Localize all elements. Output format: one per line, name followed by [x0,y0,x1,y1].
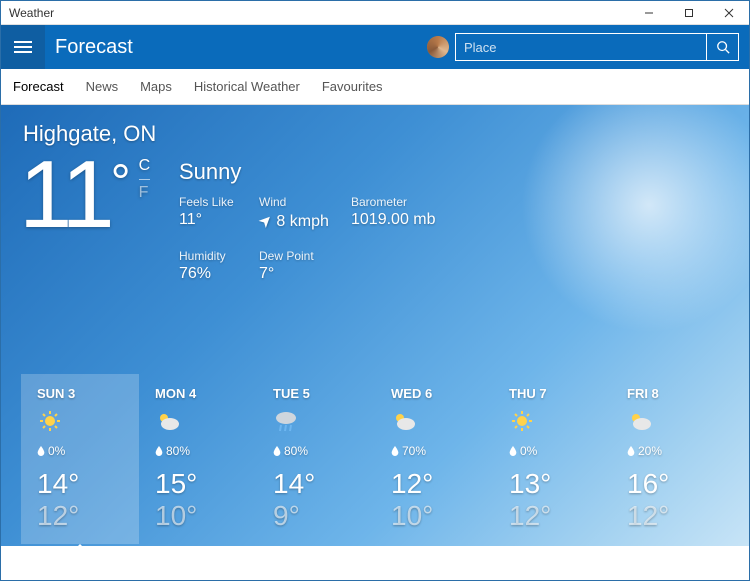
low-temp: 12° [509,500,595,532]
feels-value: 11° [179,211,259,229]
precip-row: 80% [155,444,241,458]
app-header: Forecast [1,25,749,69]
precip-value: 0% [520,444,537,458]
maximize-button[interactable] [669,1,709,25]
detail-dewpoint: Dew Point 7° [259,249,351,283]
avatar[interactable] [427,36,449,58]
low-temp: 12° [37,500,123,532]
weather-icon [627,409,653,433]
unit-celsius[interactable]: C [139,157,151,180]
daily-forecast: SUN 30%14°12°MON 480%15°10°TUE 580%14°9°… [21,374,729,544]
tab-news[interactable]: News [86,79,119,94]
weather-icon [37,409,63,433]
day-name: WED 6 [391,386,477,401]
detail-wind: Wind ➤8 kmph [259,195,351,231]
weather-icon [391,409,417,433]
precip-value: 20% [638,444,662,458]
raindrop-icon [37,446,45,456]
temp-value: 11 [19,147,111,243]
temp-degree: ° [111,153,131,211]
detail-humidity: Humidity 76% [179,249,259,283]
day-card[interactable]: TUE 5 80% 14°9° [257,374,375,544]
close-icon [724,8,734,18]
low-temp: 9° [273,500,359,532]
day-card[interactable]: MON 4 80% 15°10° [139,374,257,544]
high-temp: 15° [155,468,241,500]
search-button[interactable] [707,33,739,61]
day-name: TUE 5 [273,386,359,401]
detail-feels-like: Feels Like 11° [179,195,259,231]
low-temp: 12° [627,500,713,532]
raindrop-icon [391,446,399,456]
content-area: Highgate, ON 11 ° C F Sunny Feels Like 1… [1,105,749,580]
search-wrap [455,33,739,61]
maximize-icon [684,8,694,18]
raindrop-icon [627,446,635,456]
dew-value: 7° [259,265,351,283]
precip-value: 80% [166,444,190,458]
baro-label: Barometer [351,195,461,209]
nav-tabs: Forecast News Maps Historical Weather Fa… [1,69,749,105]
precip-row: 70% [391,444,477,458]
precip-row: 0% [37,444,123,458]
unit-toggle: C F [139,157,151,202]
minimize-button[interactable] [629,1,669,25]
tab-maps[interactable]: Maps [140,79,172,94]
high-temp: 12° [391,468,477,500]
precip-value: 70% [402,444,426,458]
raindrop-icon [509,446,517,456]
current-temp: 11 ° C F [19,147,150,243]
search-input[interactable] [455,33,707,61]
hamburger-icon [13,40,33,54]
low-temp: 10° [391,500,477,532]
weather-icon [155,409,181,433]
dew-label: Dew Point [259,249,351,263]
precip-row: 80% [273,444,359,458]
tab-forecast[interactable]: Forecast [13,79,64,94]
precip-value: 80% [284,444,308,458]
precip-row: 0% [509,444,595,458]
feels-label: Feels Like [179,195,259,209]
day-card[interactable]: FRI 8 20% 16°12° [611,374,729,544]
details-grid: Feels Like 11° Wind ➤8 kmph Barometer 10… [179,195,461,283]
wind-label: Wind [259,195,351,209]
day-name: SUN 3 [37,386,123,401]
day-card[interactable]: SUN 3 0% 14°12° [21,374,139,544]
high-temp: 13° [509,468,595,500]
tab-historical[interactable]: Historical Weather [194,79,300,94]
page-title: Forecast [55,36,427,59]
wind-value: ➤8 kmph [259,211,351,231]
baro-value: 1019.00 mb [351,211,461,229]
sun-flare-decoration [499,105,749,355]
precip-row: 20% [627,444,713,458]
raindrop-icon [273,446,281,456]
day-card[interactable]: WED 6 70% 12°10° [375,374,493,544]
window-title: Weather [9,6,54,20]
title-bar: Weather [1,1,749,25]
precip-value: 0% [48,444,65,458]
high-temp: 16° [627,468,713,500]
detail-barometer: Barometer 1019.00 mb [351,195,461,231]
low-temp: 10° [155,500,241,532]
day-name: FRI 8 [627,386,713,401]
weather-icon [509,409,535,433]
day-card[interactable]: THU 7 0% 13°12° [493,374,611,544]
search-icon [716,40,730,54]
bottom-panel [1,546,749,580]
hum-label: Humidity [179,249,259,263]
hum-value: 76% [179,265,259,283]
menu-button[interactable] [1,25,45,69]
raindrop-icon [155,446,163,456]
close-button[interactable] [709,1,749,25]
app-window: Weather Forecast Forecast News Maps Hist… [0,0,750,581]
day-name: THU 7 [509,386,595,401]
high-temp: 14° [273,468,359,500]
tab-favourites[interactable]: Favourites [322,79,383,94]
day-name: MON 4 [155,386,241,401]
weather-icon [273,409,299,433]
condition-text: Sunny [179,159,241,185]
minimize-icon [644,8,654,18]
unit-fahrenheit[interactable]: F [139,180,151,202]
high-temp: 14° [37,468,123,500]
